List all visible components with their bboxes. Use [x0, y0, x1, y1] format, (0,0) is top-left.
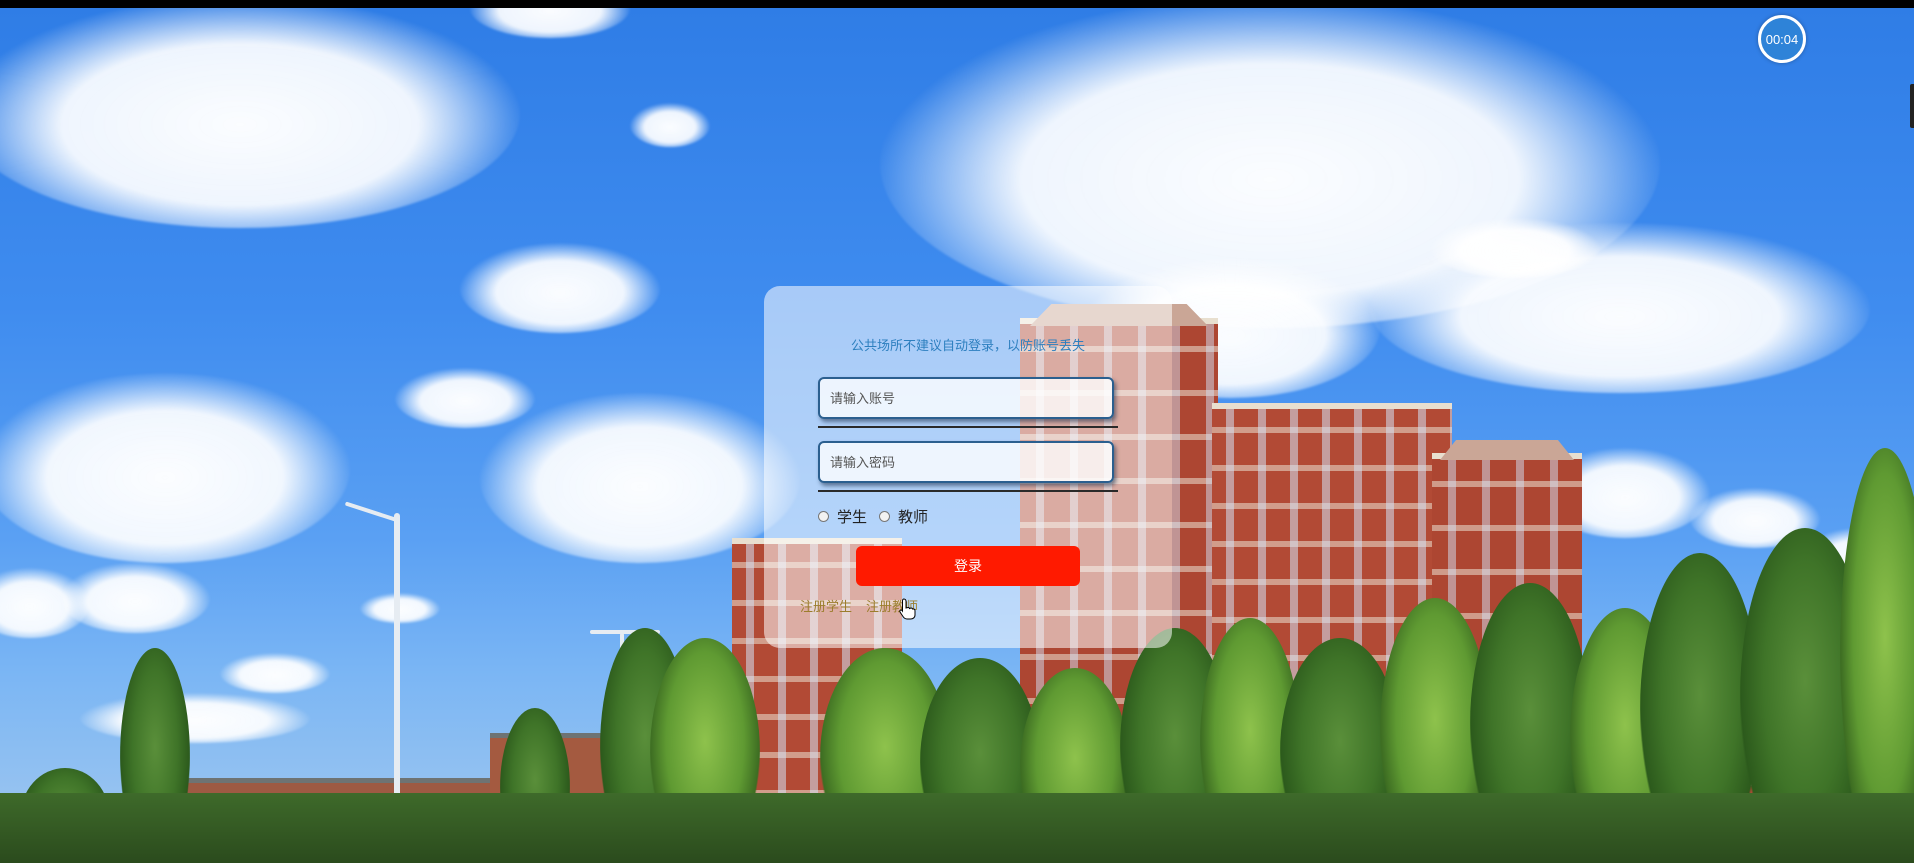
building-roof [1440, 440, 1574, 460]
login-card: 公共场所不建议自动登录，以防账号丢失 学生 教师 登录 注册学生 注册教师 [764, 286, 1172, 648]
cloud [395, 368, 535, 428]
cloud [80, 693, 310, 743]
role-student-radio[interactable] [818, 511, 829, 522]
role-student-label[interactable]: 学生 [837, 506, 867, 527]
scrollbar-handle[interactable] [1910, 84, 1914, 128]
cloud [360, 593, 440, 623]
login-button[interactable]: 登录 [856, 546, 1080, 586]
cloud [0, 8, 520, 228]
password-field-wrap [818, 441, 1120, 492]
role-teacher-label[interactable]: 教师 [898, 506, 928, 527]
street-lamp-arm [344, 501, 400, 523]
password-input[interactable] [818, 441, 1114, 483]
cloud [630, 103, 710, 147]
pointer-cursor-icon [899, 598, 916, 620]
login-notice: 公共场所不建议自动登录，以防账号丢失 [850, 338, 1085, 353]
account-underline [818, 426, 1118, 428]
register-student-link[interactable]: 注册学生 [800, 596, 852, 615]
cloud [470, 8, 630, 38]
role-selector: 学生 教师 [818, 506, 940, 527]
cloud [0, 373, 350, 563]
account-field-wrap [818, 377, 1120, 428]
browser-top-bar [0, 0, 1914, 8]
role-teacher-radio[interactable] [879, 511, 891, 522]
account-input[interactable] [818, 377, 1114, 419]
cloud [60, 563, 210, 633]
cloud [1430, 218, 1600, 278]
password-underline [818, 490, 1118, 492]
cloud [460, 243, 660, 333]
cloud [220, 653, 330, 693]
ground [0, 793, 1914, 863]
timer-badge: 00:04 [1758, 15, 1806, 63]
